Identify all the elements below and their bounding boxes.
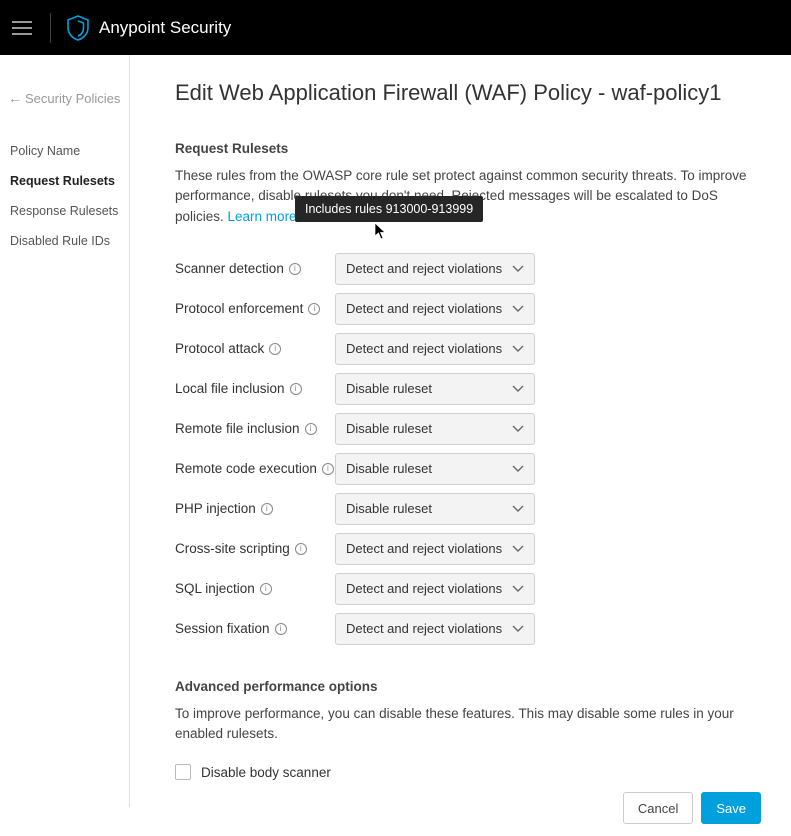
- chevron-down-icon: [512, 625, 524, 633]
- advanced-title: Advanced performance options: [175, 679, 761, 694]
- chevron-down-icon: [512, 425, 524, 433]
- ruleset-select[interactable]: Detect and reject violations: [335, 613, 535, 645]
- chevron-down-icon: [512, 585, 524, 593]
- info-icon[interactable]: [290, 383, 302, 395]
- menu-icon[interactable]: [12, 21, 32, 35]
- checkbox-row: Disable body scanner: [175, 764, 761, 780]
- ruleset-label: Scanner detection: [175, 261, 284, 276]
- cursor-icon: [374, 222, 388, 240]
- back-link[interactable]: ← Security Policies: [8, 90, 121, 106]
- arrow-left-icon: ←: [8, 90, 22, 106]
- chevron-down-icon: [512, 385, 524, 393]
- ruleset-row: Scanner detection Detect and reject viol…: [175, 249, 761, 289]
- ruleset-label: Session fixation: [175, 621, 270, 636]
- disable-body-scanner-checkbox[interactable]: [175, 764, 191, 780]
- checkbox-label: Disable body scanner: [201, 765, 331, 780]
- sidebar-item-disabled-rule-ids[interactable]: Disabled Rule IDs: [8, 226, 121, 256]
- ruleset-label: Remote file inclusion: [175, 421, 300, 436]
- shield-icon: [67, 15, 89, 41]
- ruleset-select[interactable]: Disable ruleset: [335, 493, 535, 525]
- ruleset-label: SQL injection: [175, 581, 255, 596]
- learn-more-link[interactable]: Learn more: [228, 209, 297, 224]
- ruleset-select[interactable]: Detect and reject violations: [335, 253, 535, 285]
- page-title: Edit Web Application Firewall (WAF) Poli…: [175, 80, 761, 106]
- ruleset-row: Remote file inclusion Disable ruleset: [175, 409, 761, 449]
- sidebar-item-response-rulesets[interactable]: Response Rulesets: [8, 196, 121, 226]
- tooltip: Includes rules 913000-913999: [295, 196, 483, 222]
- info-icon[interactable]: [308, 303, 320, 315]
- ruleset-label: Protocol attack: [175, 341, 264, 356]
- chevron-down-icon: [512, 545, 524, 553]
- footer: Cancel Save: [175, 780, 761, 836]
- info-icon[interactable]: [275, 623, 287, 635]
- ruleset-label: PHP injection: [175, 501, 256, 516]
- chevron-down-icon: [512, 505, 524, 513]
- sidebar-item-policy-name[interactable]: Policy Name: [8, 136, 121, 166]
- cancel-button[interactable]: Cancel: [623, 792, 693, 824]
- app-title: Anypoint Security: [99, 18, 231, 38]
- ruleset-select[interactable]: Detect and reject violations: [335, 293, 535, 325]
- chevron-down-icon: [512, 305, 524, 313]
- main-content: Edit Web Application Firewall (WAF) Poli…: [130, 55, 791, 807]
- sidebar: ← Security Policies Policy Name Request …: [0, 55, 130, 807]
- info-icon[interactable]: [261, 503, 273, 515]
- chevron-down-icon: [512, 265, 524, 273]
- ruleset-row: Remote code execution Disable ruleset: [175, 449, 761, 489]
- chevron-down-icon: [512, 345, 524, 353]
- ruleset-list: Scanner detection Detect and reject viol…: [175, 249, 761, 649]
- ruleset-label: Protocol enforcement: [175, 301, 303, 316]
- save-button[interactable]: Save: [701, 792, 761, 824]
- ruleset-label: Cross-site scripting: [175, 541, 290, 556]
- ruleset-select[interactable]: Detect and reject violations: [335, 533, 535, 565]
- ruleset-select[interactable]: Disable ruleset: [335, 413, 535, 445]
- ruleset-row: Cross-site scripting Detect and reject v…: [175, 529, 761, 569]
- ruleset-label: Remote code execution: [175, 461, 317, 476]
- ruleset-row: Protocol attack Detect and reject violat…: [175, 329, 761, 369]
- ruleset-label: Local file inclusion: [175, 381, 285, 396]
- top-bar: Anypoint Security: [0, 0, 791, 55]
- section-title: Request Rulesets: [175, 141, 761, 156]
- ruleset-row: Session fixation Detect and reject viola…: [175, 609, 761, 649]
- ruleset-select[interactable]: Disable ruleset: [335, 373, 535, 405]
- info-icon[interactable]: [305, 423, 317, 435]
- sidebar-item-request-rulesets[interactable]: Request Rulesets: [8, 166, 121, 196]
- info-icon[interactable]: [269, 343, 281, 355]
- ruleset-select[interactable]: Detect and reject violations: [335, 333, 535, 365]
- back-link-label: Security Policies: [25, 91, 120, 106]
- info-icon[interactable]: [295, 543, 307, 555]
- info-icon[interactable]: [322, 463, 334, 475]
- ruleset-select[interactable]: Disable ruleset: [335, 453, 535, 485]
- info-icon[interactable]: [289, 263, 301, 275]
- advanced-description: To improve performance, you can disable …: [175, 704, 761, 745]
- divider: [50, 13, 51, 43]
- ruleset-row: SQL injection Detect and reject violatio…: [175, 569, 761, 609]
- chevron-down-icon: [512, 465, 524, 473]
- ruleset-row: Protocol enforcement Detect and reject v…: [175, 289, 761, 329]
- ruleset-row: Local file inclusion Disable ruleset: [175, 369, 761, 409]
- info-icon[interactable]: [260, 583, 272, 595]
- ruleset-select[interactable]: Detect and reject violations: [335, 573, 535, 605]
- ruleset-row: PHP injection Disable ruleset: [175, 489, 761, 529]
